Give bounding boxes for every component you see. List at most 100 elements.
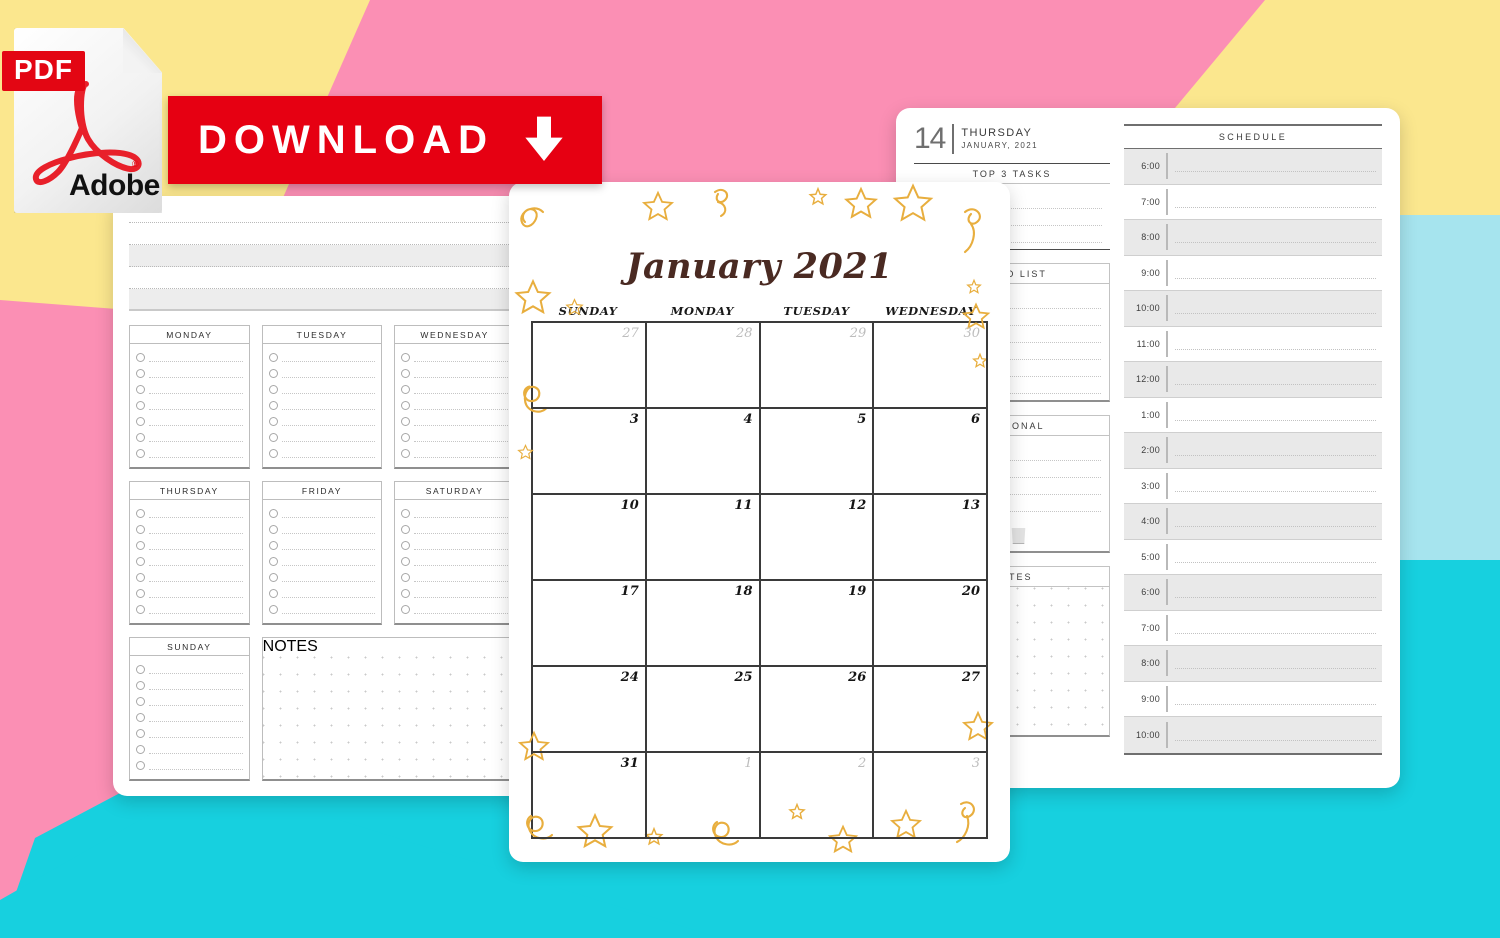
todo-write-line[interactable] xyxy=(149,449,243,458)
todo-checkbox[interactable] xyxy=(136,760,145,770)
todo-row[interactable] xyxy=(401,585,508,601)
schedule-row[interactable]: 6:00 xyxy=(1124,575,1382,611)
weekly-notes-dotgrid[interactable] xyxy=(262,656,514,779)
schedule-write-line[interactable] xyxy=(1175,409,1376,421)
todo-checkbox[interactable] xyxy=(136,352,145,362)
todo-write-line[interactable] xyxy=(414,605,508,614)
todo-row[interactable] xyxy=(136,445,243,461)
calendar-day-cell[interactable]: 27 xyxy=(533,323,647,409)
todo-write-line[interactable] xyxy=(281,541,376,550)
todo-row[interactable] xyxy=(136,537,243,553)
todo-checkbox[interactable] xyxy=(136,432,145,442)
calendar-day-cell[interactable]: 31 xyxy=(533,753,647,839)
schedule-write-line[interactable] xyxy=(1175,444,1376,457)
schedule-row[interactable]: 10:00 xyxy=(1124,717,1382,753)
todo-row[interactable] xyxy=(136,349,243,365)
schedule-row[interactable]: 10:00 xyxy=(1124,291,1382,327)
todo-write-line[interactable] xyxy=(149,681,243,690)
schedule-write-line[interactable] xyxy=(1175,160,1376,173)
todo-checkbox[interactable] xyxy=(268,368,278,378)
water-glass-icon[interactable] xyxy=(1011,522,1026,544)
todo-write-line[interactable] xyxy=(281,401,376,410)
schedule-row[interactable]: 12:00 xyxy=(1124,362,1382,398)
todo-checkbox[interactable] xyxy=(268,448,278,458)
todo-row[interactable] xyxy=(268,553,376,569)
todo-write-line[interactable] xyxy=(149,541,243,550)
todo-row[interactable] xyxy=(268,585,376,601)
todo-row[interactable] xyxy=(136,585,243,601)
todo-row[interactable] xyxy=(136,365,243,381)
todo-row[interactable] xyxy=(136,381,243,397)
todo-row[interactable] xyxy=(268,521,376,537)
todo-checkbox[interactable] xyxy=(136,744,145,754)
todo-row[interactable] xyxy=(268,349,376,365)
todo-checkbox[interactable] xyxy=(136,524,145,534)
calendar-day-cell[interactable]: 27 xyxy=(874,667,988,753)
todo-checkbox[interactable] xyxy=(401,588,411,598)
todo-write-line[interactable] xyxy=(414,449,508,458)
schedule-write-line[interactable] xyxy=(1175,586,1376,599)
todo-write-line[interactable] xyxy=(149,401,243,410)
todo-write-line[interactable] xyxy=(149,745,243,754)
todo-checkbox[interactable] xyxy=(401,448,411,458)
todo-write-line[interactable] xyxy=(149,761,243,770)
todo-write-line[interactable] xyxy=(414,433,508,442)
todo-checkbox[interactable] xyxy=(136,604,145,614)
schedule-write-line[interactable] xyxy=(1175,729,1376,741)
todo-write-line[interactable] xyxy=(414,525,508,534)
schedule-row[interactable]: 3:00 xyxy=(1124,469,1382,504)
todo-row[interactable] xyxy=(136,413,243,429)
schedule-row[interactable]: 9:00 xyxy=(1124,682,1382,717)
todo-checkbox[interactable] xyxy=(136,696,145,706)
todo-row[interactable] xyxy=(136,661,243,677)
calendar-day-cell[interactable]: 5 xyxy=(760,409,875,495)
todo-write-line[interactable] xyxy=(149,573,243,582)
todo-write-line[interactable] xyxy=(414,417,508,426)
todo-row[interactable] xyxy=(401,397,508,413)
todo-row[interactable] xyxy=(136,757,243,773)
todo-row[interactable] xyxy=(136,429,243,445)
schedule-row[interactable]: 8:00 xyxy=(1124,220,1382,256)
todo-checkbox[interactable] xyxy=(136,664,145,674)
todo-row[interactable] xyxy=(136,741,243,757)
schedule-write-line[interactable] xyxy=(1175,551,1376,563)
download-button[interactable]: DOWNLOAD xyxy=(168,96,602,184)
schedule-write-line[interactable] xyxy=(1175,373,1376,386)
todo-checkbox[interactable] xyxy=(136,572,145,582)
todo-row[interactable] xyxy=(268,365,376,381)
todo-row[interactable] xyxy=(136,569,243,585)
todo-write-line[interactable] xyxy=(414,509,508,518)
calendar-day-cell[interactable]: 6 xyxy=(874,409,988,495)
todo-row[interactable] xyxy=(401,365,508,381)
schedule-write-line[interactable] xyxy=(1175,302,1376,315)
schedule-row[interactable]: 7:00 xyxy=(1124,611,1382,646)
todo-checkbox[interactable] xyxy=(136,712,145,722)
calendar-day-cell[interactable]: 3 xyxy=(874,753,988,839)
calendar-day-cell[interactable]: 18 xyxy=(646,581,761,667)
todo-checkbox[interactable] xyxy=(401,368,411,378)
calendar-day-cell[interactable]: 24 xyxy=(533,667,647,753)
todo-checkbox[interactable] xyxy=(268,508,278,518)
todo-checkbox[interactable] xyxy=(268,400,278,410)
todo-write-line[interactable] xyxy=(281,525,376,534)
todo-checkbox[interactable] xyxy=(136,416,145,426)
todo-write-line[interactable] xyxy=(414,573,508,582)
todo-write-line[interactable] xyxy=(281,557,376,566)
todo-row[interactable] xyxy=(268,381,376,397)
todo-checkbox[interactable] xyxy=(401,416,411,426)
todo-checkbox[interactable] xyxy=(268,572,278,582)
calendar-day-cell[interactable]: 26 xyxy=(760,667,875,753)
schedule-row[interactable]: 5:00 xyxy=(1124,540,1382,575)
todo-checkbox[interactable] xyxy=(401,524,411,534)
todo-write-line[interactable] xyxy=(414,369,508,378)
calendar-day-cell[interactable]: 17 xyxy=(533,581,647,667)
todo-row[interactable] xyxy=(136,693,243,709)
schedule-write-line[interactable] xyxy=(1175,693,1376,705)
calendar-day-cell[interactable]: 19 xyxy=(760,581,875,667)
todo-checkbox[interactable] xyxy=(136,508,145,518)
todo-row[interactable] xyxy=(401,553,508,569)
todo-write-line[interactable] xyxy=(281,605,376,614)
schedule-row[interactable]: 11:00 xyxy=(1124,327,1382,362)
schedule-row[interactable]: 2:00 xyxy=(1124,433,1382,469)
todo-write-line[interactable] xyxy=(414,401,508,410)
